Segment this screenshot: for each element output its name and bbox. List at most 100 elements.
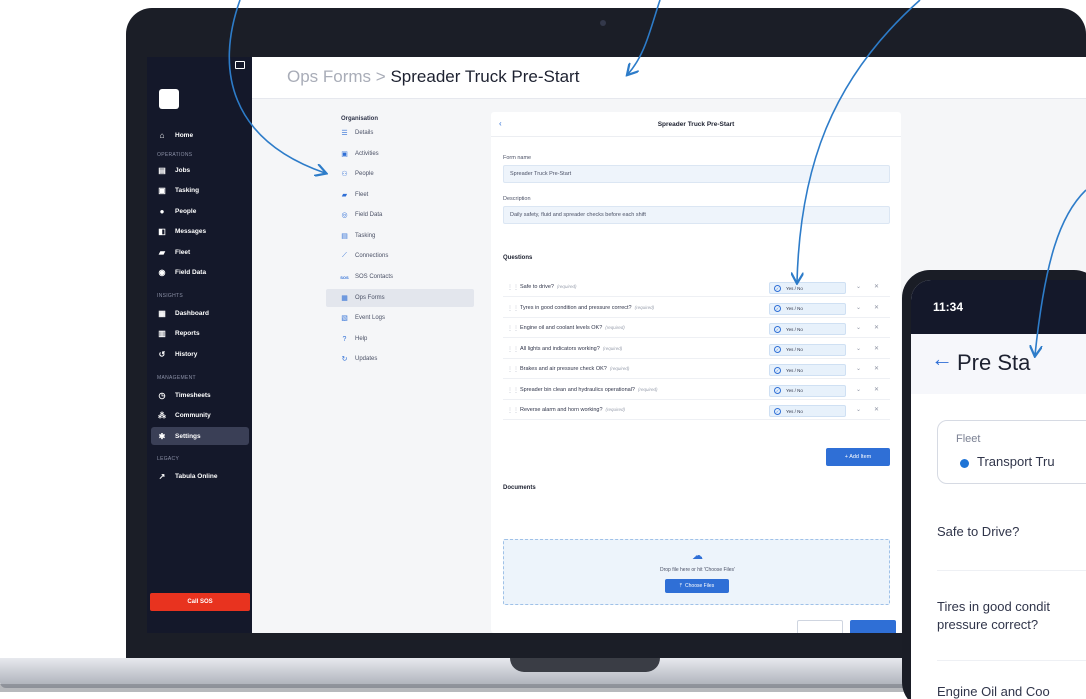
question-row[interactable]: ⋮⋮ Safe to drive? (required) ✓ Yes / No ⌄ ✕ bbox=[503, 279, 890, 297]
question-row[interactable]: ⋮⋮ Spreader bin clean and hydraulics oper… bbox=[503, 382, 890, 400]
settings-nav-tasking[interactable]: ▤ Tasking bbox=[326, 227, 474, 245]
sidebar-section-insights: INSIGHTS bbox=[157, 293, 184, 299]
breadcrumb-root[interactable]: Ops Forms bbox=[287, 67, 371, 86]
sidebar-item-field-data[interactable]: ◉ Field Data bbox=[151, 263, 249, 281]
remove-question-icon[interactable]: ✕ bbox=[874, 304, 879, 311]
sidebar-item-fleet[interactable]: ▰ Fleet bbox=[151, 243, 249, 261]
remove-question-icon[interactable]: ✕ bbox=[874, 324, 879, 331]
remove-question-icon[interactable]: ✕ bbox=[874, 365, 879, 372]
remove-question-icon[interactable]: ✕ bbox=[874, 345, 879, 352]
sidebar-item-history[interactable]: ↺ History bbox=[151, 345, 249, 363]
answer-type-select[interactable]: ✓ Yes / No bbox=[769, 343, 846, 356]
sidebar-collapse-icon[interactable] bbox=[235, 61, 245, 69]
sidebar-item-label: Field Data bbox=[175, 268, 207, 276]
settings-nav-event-logs[interactable]: ▧ Event Logs bbox=[326, 309, 474, 327]
sidebar-item-home[interactable]: ⌂ Home bbox=[151, 126, 249, 144]
phone-page-title: Pre Sta bbox=[957, 350, 1031, 375]
drag-handle-icon[interactable]: ⋮⋮ bbox=[507, 366, 519, 373]
form-name-input[interactable]: Spreader Truck Pre-Start bbox=[503, 165, 890, 183]
truck-icon: ▰ bbox=[158, 247, 166, 257]
answer-type-select[interactable]: ✓ Yes / No bbox=[769, 384, 846, 397]
sidebar-item-timesheets[interactable]: ◷ Timesheets bbox=[151, 386, 249, 404]
sos-icon: SOS bbox=[340, 274, 349, 280]
remove-question-icon[interactable]: ✕ bbox=[874, 283, 879, 290]
settings-nav-sos-contacts[interactable]: SOS SOS Contacts bbox=[326, 268, 474, 286]
settings-nav-help[interactable]: ? Help bbox=[326, 330, 474, 348]
sidebar-item-tabula-online[interactable]: ↗ Tabula Online bbox=[151, 467, 249, 485]
drag-handle-icon[interactable]: ⋮⋮ bbox=[507, 407, 519, 414]
drag-handle-icon[interactable]: ⋮⋮ bbox=[507, 305, 519, 312]
chevron-down-icon[interactable]: ⌄ bbox=[856, 324, 861, 331]
chevron-down-icon[interactable]: ⌄ bbox=[856, 386, 861, 393]
sidebar-section-management: MANAGEMENT bbox=[157, 375, 196, 381]
required-tag: (required) bbox=[602, 345, 623, 351]
remove-question-icon[interactable]: ✕ bbox=[874, 406, 879, 413]
fleet-select[interactable]: Fleet Transport Tru bbox=[937, 420, 1086, 484]
choose-files-button[interactable]: ⤒ Choose Files bbox=[665, 579, 729, 593]
sidebar-item-messages[interactable]: ◧ Messages bbox=[151, 222, 249, 240]
chevron-down-icon[interactable]: ⌄ bbox=[856, 283, 861, 290]
call-sos-button[interactable]: Call SOS bbox=[150, 593, 250, 611]
answer-type-label: Yes / No bbox=[786, 306, 803, 311]
description-input[interactable]: Daily safety, fluid and spreader checks … bbox=[503, 206, 890, 224]
help-icon: ? bbox=[342, 335, 347, 343]
sidebar-item-jobs[interactable]: ▤ Jobs bbox=[151, 161, 249, 179]
answer-type-select[interactable]: ✓ Yes / No bbox=[769, 282, 846, 294]
settings-nav-people[interactable]: ⚇ People bbox=[326, 165, 474, 183]
upload-icon: ⤒ bbox=[679, 583, 683, 589]
history-icon: ↺ bbox=[158, 349, 166, 359]
answer-type-select[interactable]: ✓ Yes / No bbox=[769, 302, 846, 315]
answer-type-select[interactable]: ✓ Yes / No bbox=[769, 405, 846, 417]
chevron-down-icon[interactable]: ⌄ bbox=[856, 345, 861, 352]
check-circle-icon: ✓ bbox=[774, 284, 781, 292]
dashboard-icon: ▦ bbox=[158, 308, 166, 318]
question-row[interactable]: ⋮⋮ Engine oil and coolant levels OK? (requ… bbox=[503, 320, 890, 338]
drag-handle-icon[interactable]: ⋮⋮ bbox=[507, 346, 519, 353]
file-dropzone[interactable]: ☁ Drop file here or hit 'Choose Files' ⤒… bbox=[503, 539, 890, 605]
sidebar-item-settings[interactable]: ✱ Settings bbox=[151, 427, 249, 445]
answer-type-select[interactable]: ✓ Yes / No bbox=[769, 323, 846, 335]
sidebar-item-community[interactable]: ⁂ Community bbox=[151, 406, 249, 424]
settings-nav-connections[interactable]: ⟋ Connections bbox=[326, 247, 474, 265]
settings-nav-field-data[interactable]: ◎ Field Data bbox=[326, 206, 474, 224]
settings-nav-details[interactable]: ☰ Details bbox=[326, 124, 474, 142]
remove-question-icon[interactable]: ✕ bbox=[874, 386, 879, 393]
chevron-down-icon[interactable]: ⌄ bbox=[856, 304, 861, 311]
answer-type-label: Yes / No bbox=[786, 367, 803, 373]
fleet-value: Transport Tru bbox=[977, 454, 1055, 469]
sidebar-item-reports[interactable]: ▥ Reports bbox=[151, 324, 249, 342]
back-arrow-icon[interactable]: ← bbox=[931, 346, 953, 372]
drag-handle-icon[interactable]: ⋮⋮ bbox=[507, 325, 519, 332]
settings-nav-updates[interactable]: ↻ Updates bbox=[326, 350, 474, 368]
reports-icon: ▥ bbox=[158, 328, 166, 338]
settings-nav-fleet[interactable]: ▰ Fleet bbox=[326, 186, 474, 204]
add-item-button[interactable]: + Add Item bbox=[826, 448, 890, 466]
cancel-button[interactable] bbox=[797, 620, 843, 633]
answer-type-select[interactable]: ✓ Yes / No bbox=[769, 364, 846, 376]
question-row[interactable]: ⋮⋮ Tyres in good condition and pressure c… bbox=[503, 300, 890, 318]
sidebar-section-legacy: LEGACY bbox=[157, 456, 180, 462]
app-logo[interactable] bbox=[159, 89, 179, 109]
chevron-down-icon[interactable]: ⌄ bbox=[856, 406, 861, 413]
phone-question-3: Engine Oil and Coo bbox=[937, 684, 1050, 699]
answer-type-label: Yes / No bbox=[786, 347, 803, 352]
sidebar-item-dashboard[interactable]: ▦ Dashboard bbox=[151, 304, 249, 322]
answer-type-label: Yes / No bbox=[786, 388, 803, 393]
save-button[interactable] bbox=[850, 620, 896, 633]
sidebar-item-people[interactable]: ● People bbox=[151, 202, 249, 220]
settings-nav-activities[interactable]: ▣ Activities bbox=[326, 145, 474, 163]
settings-nav-ops-forms[interactable]: ▦ Ops Forms bbox=[326, 289, 474, 307]
sidebar-item-tasking[interactable]: ▣ Tasking bbox=[151, 181, 249, 199]
check-circle-icon: ✓ bbox=[774, 387, 781, 394]
question-row[interactable]: ⋮⋮ All lights and indicators working? (req… bbox=[503, 341, 890, 359]
chevron-down-icon[interactable]: ⌄ bbox=[856, 365, 861, 372]
question-text: Safe to drive? (required) bbox=[520, 284, 576, 290]
drag-handle-icon[interactable]: ⋮⋮ bbox=[507, 387, 519, 394]
question-row[interactable]: ⋮⋮ Brakes and air pressure check OK? (requ… bbox=[503, 361, 890, 379]
drag-handle-icon[interactable]: ⋮⋮ bbox=[507, 284, 519, 291]
question-label: Spreader bin clean and hydraulics operat… bbox=[520, 386, 635, 393]
answer-type-label: Yes / No bbox=[786, 326, 803, 332]
person-icon: ● bbox=[159, 206, 165, 216]
question-row[interactable]: ⋮⋮ Reverse alarm and horn working? (requir… bbox=[503, 402, 890, 420]
product-showcase: ⌂ Home OPERATIONS ▤ Jobs ▣ Tasking ● Peo… bbox=[0, 0, 1086, 699]
